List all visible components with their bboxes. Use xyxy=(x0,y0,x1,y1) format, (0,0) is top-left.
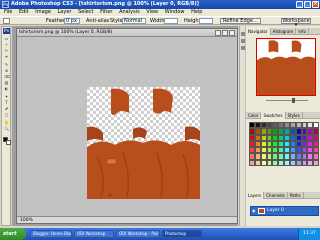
zoom-tool-icon[interactable]: 🔍 xyxy=(4,127,9,131)
crop-tool-icon[interactable]: ⌖ xyxy=(4,55,9,59)
hand-tool-icon[interactable]: ✋ xyxy=(4,121,9,125)
eraser-tool-icon[interactable]: ⌫ xyxy=(4,75,10,79)
color-panel-tabs: Color Swatches Styles xyxy=(246,112,320,119)
menu-analysis[interactable]: Analysis xyxy=(119,9,140,15)
document-status-bar: 100% xyxy=(17,216,237,223)
task-blogger[interactable]: Blogger: Home Blog... xyxy=(30,230,72,238)
tab-histogram[interactable]: Histogram xyxy=(271,28,297,35)
move-tool-icon[interactable]: ⊹ xyxy=(4,43,9,47)
feather-input[interactable]: 0 px xyxy=(64,18,80,24)
menu-layer[interactable]: Layer xyxy=(58,9,72,15)
menu-file[interactable]: File xyxy=(4,9,12,15)
marquee-tool-icon[interactable]: ▭ xyxy=(4,37,9,41)
options-bar: Feather: 0 px Anti-alias Style: Normal W… xyxy=(0,16,320,28)
tab-paths[interactable]: Paths xyxy=(288,192,304,199)
actions-icon[interactable] xyxy=(241,39,245,43)
refine-edge-button[interactable]: Refine Edge... xyxy=(220,18,261,24)
workspace-button[interactable]: Workspace ▾ xyxy=(281,18,311,28)
menu-help[interactable]: Help xyxy=(191,9,202,15)
dodge-tool-icon[interactable]: ◐ xyxy=(4,87,9,91)
tab-swatches[interactable]: Swatches xyxy=(261,112,286,119)
color-swatch[interactable] xyxy=(313,159,319,166)
pen-tool-icon[interactable]: ✦ xyxy=(4,95,9,99)
swatches-grid[interactable] xyxy=(249,122,319,166)
panel-dock: Navigator Histogram Info Color Swatches Styl… xyxy=(239,26,320,226)
anti-alias-checkbox[interactable]: Anti-alias xyxy=(86,18,109,24)
window-title: Adobe Photoshop CS3 - [tshirtorism.png @… xyxy=(11,1,199,7)
menu-select[interactable]: Select xyxy=(78,9,93,15)
style-select[interactable]: Normal xyxy=(122,18,146,24)
menu-bar: File Edit Image Layer Select Filter Anal… xyxy=(0,9,320,16)
visibility-eye-icon[interactable]: ◉ xyxy=(252,208,257,214)
menu-view[interactable]: View xyxy=(146,9,158,15)
document-title-bar: tshirtorism.png @ 100% (Layer 0, RGB/8) xyxy=(17,29,237,37)
close-button[interactable]: × xyxy=(312,1,319,8)
task-odi-workshop-paint[interactable]: ODI Workshop - Paint xyxy=(116,230,160,238)
layers-panel-tabs: Layers Channels Paths xyxy=(246,192,320,199)
width-input[interactable] xyxy=(164,18,178,24)
tab-channels[interactable]: Channels xyxy=(264,192,288,199)
document-close-button[interactable] xyxy=(229,30,235,36)
tab-color[interactable]: Color xyxy=(246,112,262,119)
crosshair-cursor-icon: + xyxy=(108,193,113,199)
tab-styles[interactable]: Styles xyxy=(286,112,303,119)
document-minimize-button[interactable] xyxy=(215,30,221,36)
left-sleeve xyxy=(111,88,129,115)
task-photoshop[interactable]: Photoshop xyxy=(162,230,202,238)
history-icon[interactable] xyxy=(241,32,245,36)
layer-row[interactable]: ◉ Layer 0 xyxy=(250,206,319,216)
menu-edit[interactable]: Edit xyxy=(19,9,29,15)
zoom-slider-handle[interactable] xyxy=(292,98,295,103)
document-maximize-button[interactable] xyxy=(222,30,228,36)
type-tool-icon[interactable]: T xyxy=(4,101,9,105)
image-canvas[interactable] xyxy=(87,87,200,199)
background-color-swatch[interactable] xyxy=(6,140,11,145)
start-button[interactable]: start xyxy=(0,228,26,240)
layer-name: Layer 0 xyxy=(267,208,284,213)
shape-tool-icon[interactable]: ▢ xyxy=(4,113,9,117)
shirt-label-patch xyxy=(106,158,117,165)
task-odi-workshop[interactable]: ODI Workshop xyxy=(74,230,114,238)
zoom-level[interactable]: 100% xyxy=(20,218,33,223)
path-selection-tool-icon[interactable]: ⬈ xyxy=(4,107,9,111)
toolbox: Ps ▭ ⊹ ✄ ⌖ ✎ ⊕ ⌫ ▨ ◐ ✦ T ⬈ ▢ ✋ 🔍 xyxy=(1,26,11,226)
menu-image[interactable]: Image xyxy=(35,9,51,15)
navigator-zoom-row xyxy=(248,98,320,104)
maximize-button[interactable]: □ xyxy=(304,1,311,8)
tab-navigator[interactable]: Navigator xyxy=(246,28,271,35)
clone-stamp-tool-icon[interactable]: ⊕ xyxy=(4,69,9,73)
height-input[interactable] xyxy=(199,18,213,24)
menu-filter[interactable]: Filter xyxy=(100,9,112,15)
system-clock[interactable]: 11:37 xyxy=(298,228,320,240)
document-title: tshirtorism.png @ 100% (Layer 0, RGB/8) xyxy=(19,30,113,35)
document-window: tshirtorism.png @ 100% (Layer 0, RGB/8) … xyxy=(16,28,238,224)
photoshop-app-icon: Ps xyxy=(2,1,9,8)
layer-thumbnail xyxy=(258,208,265,214)
navigator-panel-tabs: Navigator Histogram Info xyxy=(246,28,320,35)
gradient-tool-icon[interactable]: ▨ xyxy=(4,81,9,85)
navigator-thumbnail[interactable] xyxy=(256,38,316,96)
zoom-slider[interactable] xyxy=(266,100,308,101)
window-title-bar: Ps Adobe Photoshop CS3 - [tshirtorism.pn… xyxy=(0,0,320,9)
brush-tool-icon[interactable]: ✎ xyxy=(4,63,9,67)
brushes-icon[interactable] xyxy=(241,46,245,50)
marquee-tool-preset-icon[interactable] xyxy=(3,18,10,24)
lasso-tool-icon[interactable]: ✄ xyxy=(4,49,9,53)
shirt-body xyxy=(87,140,200,199)
menu-window[interactable]: Window xyxy=(165,9,185,15)
tab-info[interactable]: Info xyxy=(296,28,309,35)
minimize-button[interactable]: _ xyxy=(296,1,303,8)
taskbar: start Blogger: Home Blog... ODI Workshop… xyxy=(0,228,320,240)
photoshop-logo: Ps xyxy=(3,28,10,34)
tab-layers[interactable]: Layers xyxy=(246,192,265,199)
